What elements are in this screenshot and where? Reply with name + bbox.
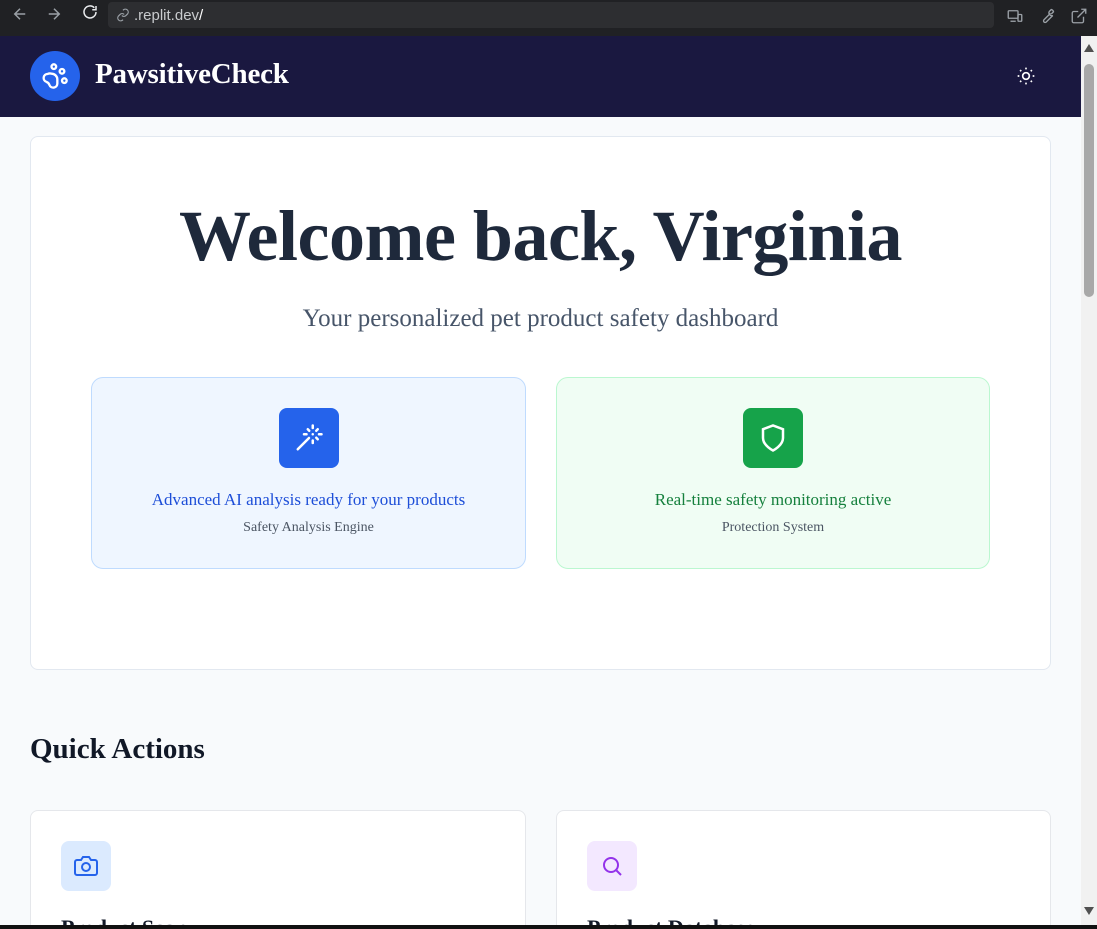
wrench-icon — [1042, 8, 1055, 24]
open-external-button[interactable] — [1067, 4, 1091, 28]
action-icon-box — [587, 841, 637, 891]
reload-button[interactable] — [76, 0, 104, 26]
search-icon — [603, 857, 622, 876]
welcome-card: Welcome back, Virginia Your personalized… — [30, 136, 1051, 670]
address-bar[interactable]: .replit.dev/ — [108, 2, 994, 28]
devices-button[interactable] — [1003, 4, 1027, 28]
feature-card-analysis: Advanced AI analysis ready for your prod… — [91, 377, 526, 569]
arrow-right-icon — [48, 8, 61, 20]
theme-toggle-button[interactable] — [1012, 62, 1040, 90]
feature-card-protection: Real-time safety monitoring active Prote… — [556, 377, 990, 569]
scroll-up-arrow-icon[interactable] — [1084, 44, 1094, 52]
page-scrollbar[interactable] — [1081, 36, 1097, 925]
action-card-product-database[interactable]: Product Database — [556, 810, 1051, 929]
forward-button[interactable] — [40, 0, 68, 28]
shield-icon — [761, 424, 785, 452]
window-bottom-edge — [0, 925, 1097, 929]
arrow-left-icon — [13, 8, 26, 20]
feature-icon-box — [278, 408, 339, 468]
app-title[interactable]: PawsitiveCheck — [95, 58, 289, 91]
reload-icon — [83, 5, 97, 19]
app-header: PawsitiveCheck — [0, 36, 1081, 117]
magic-wand-icon — [296, 424, 323, 451]
url-path: / — [199, 6, 204, 24]
feature-label: Protection System — [721, 520, 825, 535]
camera-icon — [74, 856, 98, 876]
feature-text: Advanced AI analysis ready for your prod… — [151, 490, 466, 509]
paw-icon — [42, 63, 68, 89]
tools-button[interactable] — [1035, 4, 1059, 28]
action-icon-box — [61, 841, 111, 891]
feature-text: Real-time safety monitoring active — [654, 490, 892, 509]
feature-label: Safety Analysis Engine — [243, 520, 374, 535]
quick-actions-heading: Quick Actions — [30, 733, 205, 765]
browser-actions — [1003, 4, 1091, 28]
sun-icon — [1017, 67, 1035, 85]
welcome-subtitle: Your personalized pet product safety das… — [302, 305, 779, 332]
scroll-thumb[interactable] — [1084, 64, 1094, 297]
back-button[interactable] — [6, 0, 34, 28]
url-text: .replit.dev/ — [134, 7, 203, 24]
devices-icon — [1007, 10, 1023, 22]
app-logo[interactable] — [30, 51, 80, 101]
browser-toolbar: .replit.dev/ — [0, 0, 1097, 36]
action-card-product-scan[interactable]: Product Scan — [30, 810, 526, 929]
scroll-down-arrow-icon[interactable] — [1084, 907, 1094, 915]
url-domain: .replit.dev — [134, 6, 200, 24]
link-icon — [117, 8, 129, 22]
feature-icon-box — [743, 408, 803, 468]
welcome-title: Welcome back, Virginia — [179, 196, 902, 276]
external-link-icon — [1071, 8, 1087, 24]
